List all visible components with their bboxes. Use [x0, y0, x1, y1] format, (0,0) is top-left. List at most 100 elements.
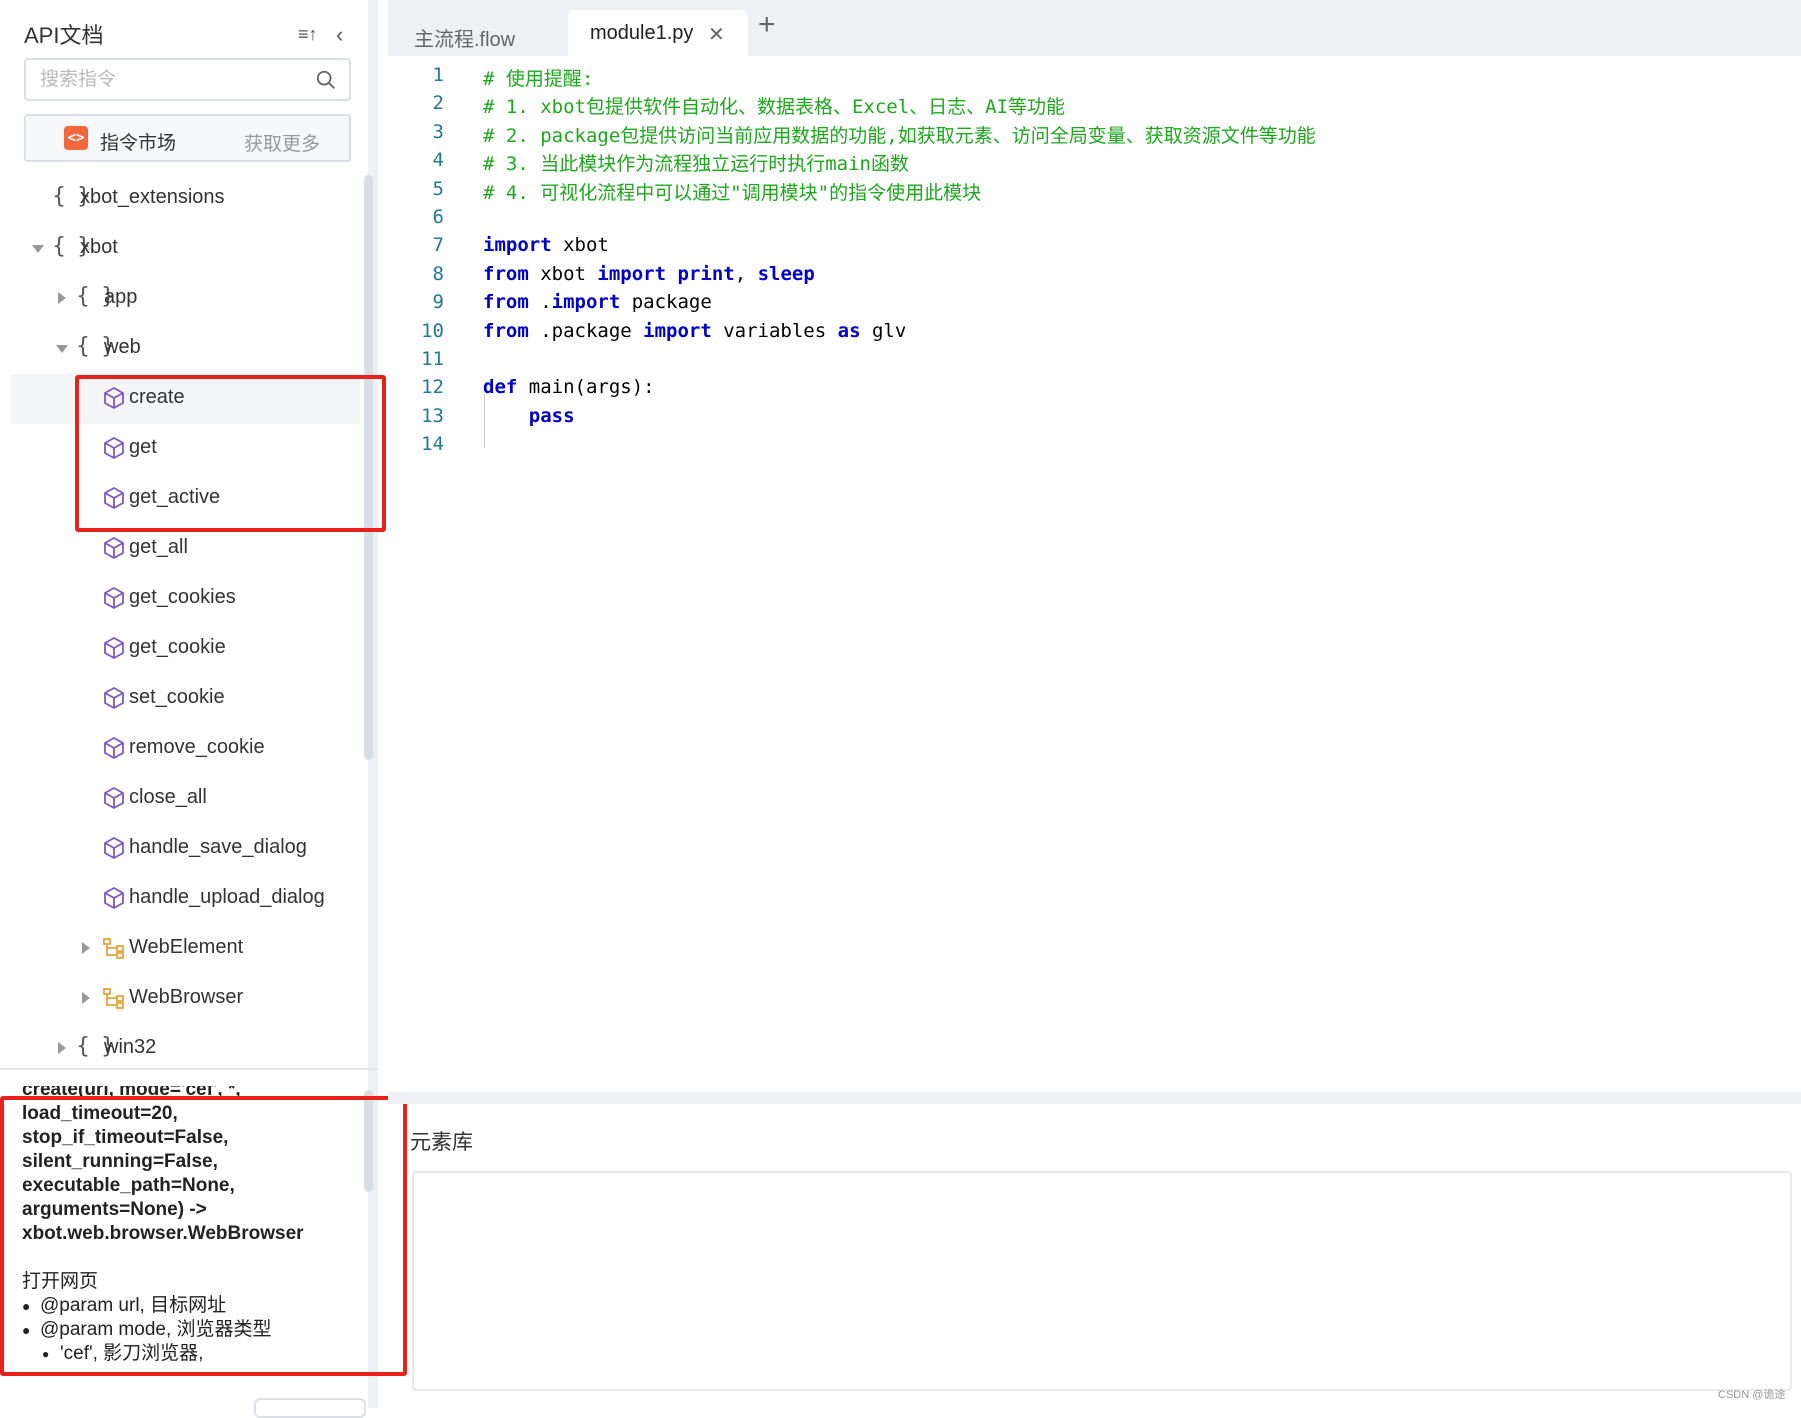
api-doc-panel: create(url, mode='cef', *, load_timeout=…: [22, 1086, 362, 1376]
signature-line: executable_path=None,: [22, 1175, 235, 1196]
line-number: 9: [432, 291, 444, 314]
market-icon: <>: [64, 126, 88, 150]
code-text[interactable]: # 使用提醒:: [483, 64, 593, 91]
class-icon: [103, 938, 124, 959]
add-tab-icon[interactable]: +: [758, 10, 776, 40]
expand-caret-icon[interactable]: [82, 992, 90, 1004]
line-number: 13: [421, 404, 444, 427]
tab-main-flow[interactable]: 主流程.flow: [414, 10, 515, 56]
tree-item-get[interactable]: get: [10, 424, 360, 474]
tree-item-label: WebBrowser: [129, 986, 244, 1008]
signature-line: silent_running=False,: [22, 1151, 218, 1172]
code-line[interactable]: 9 from .import package: [388, 291, 1801, 319]
tree-item-get-all[interactable]: get_all: [10, 524, 360, 574]
code-line[interactable]: 2 # 1. xbot包提供软件自动化、数据表格、Excel、日志、AI等功能: [388, 92, 1801, 120]
tree-item-get-cookies[interactable]: get_cookies: [10, 574, 360, 624]
tree-item-handle-upload-dialog[interactable]: handle_upload_dialog: [10, 874, 360, 924]
tree-item-get-cookie[interactable]: get_cookie: [10, 624, 360, 674]
class-icon: [103, 988, 124, 1009]
line-number: 3: [432, 120, 444, 143]
code-line[interactable]: 11: [388, 348, 1801, 376]
code-line[interactable]: 14: [388, 433, 1801, 461]
tree-item-handle-save-dialog[interactable]: handle_save_dialog: [10, 824, 360, 874]
code-line[interactable]: 6: [388, 206, 1801, 234]
tree-item-xbot-extensions[interactable]: { } xbot_extensions: [10, 174, 360, 224]
market-label: 指令市场: [100, 133, 177, 154]
cube-icon: [104, 737, 124, 759]
sidebar-divider[interactable]: [0, 1068, 378, 1070]
tree-item-label: web: [104, 336, 141, 358]
tree-item-label: app: [104, 286, 138, 308]
panel-splitter[interactable]: [388, 1092, 1801, 1104]
tree-item-webelement[interactable]: WebElement: [10, 924, 360, 974]
code-text[interactable]: # 4. 可视化流程中可以通过"调用模块"的指令使用此模块: [483, 178, 981, 205]
doc-scrollbar[interactable]: [364, 1090, 373, 1192]
code-text[interactable]: import xbot: [483, 234, 609, 256]
code-text[interactable]: def main(args):: [483, 376, 655, 398]
tree-item-webbrowser[interactable]: WebBrowser: [10, 974, 360, 1024]
line-number: 14: [421, 433, 444, 456]
tree-item-win32[interactable]: { } win32: [10, 1024, 360, 1068]
collapse-sidebar-icon[interactable]: ‹: [336, 22, 343, 48]
cube-icon: [104, 637, 124, 659]
watermark: CSDN @诡途: [1718, 1389, 1786, 1401]
cube-icon: [104, 437, 124, 459]
code-text[interactable]: # 2. package包提供访问当前应用数据的功能,如获取元素、访问全局变量、…: [483, 121, 1316, 148]
tree-scrollbar[interactable]: [364, 175, 373, 760]
code-line[interactable]: 3 # 2. package包提供访问当前应用数据的功能,如获取元素、访问全局变量…: [388, 121, 1801, 149]
tree-item-remove-cookie[interactable]: remove_cookie: [10, 724, 360, 774]
search-input[interactable]: [40, 68, 300, 92]
close-icon[interactable]: ✕: [708, 22, 725, 47]
tab-module1[interactable]: module1.py ✕: [568, 10, 748, 56]
tree-item-label: WebElement: [129, 936, 244, 958]
code-line[interactable]: 12 def main(args):: [388, 376, 1801, 404]
tree-item-label: get_active: [129, 486, 221, 508]
element-library-title: 元素库: [410, 1131, 473, 1154]
code-line[interactable]: 4 # 3. 当此模块作为流程独立运行时执行main函数: [388, 149, 1801, 177]
line-number: 12: [421, 376, 444, 399]
tree-item-label: xbot_extensions: [80, 186, 225, 208]
tree-item-close-all[interactable]: close_all: [10, 774, 360, 824]
code-line[interactable]: 13 pass: [388, 405, 1801, 433]
tree-item-app[interactable]: { } app: [10, 274, 360, 324]
code-line[interactable]: 10 from .package import variables as glv: [388, 320, 1801, 348]
code-text[interactable]: # 3. 当此模块作为流程独立运行时执行main函数: [483, 149, 909, 176]
command-market-button[interactable]: <> 指令市场 获取更多: [24, 114, 351, 162]
expand-caret-icon[interactable]: [58, 1042, 66, 1054]
indent-guide: [484, 394, 485, 448]
get-more-link[interactable]: 获取更多: [244, 129, 320, 156]
expand-caret-icon[interactable]: [82, 942, 90, 954]
expand-caret-icon[interactable]: [56, 345, 68, 353]
search-icon[interactable]: [315, 69, 337, 91]
sort-icon[interactable]: ≡↑: [298, 24, 318, 45]
tree-item-web[interactable]: { } web: [10, 324, 360, 374]
tree-item-create[interactable]: create: [10, 374, 360, 424]
tree-item-set-cookie[interactable]: set_cookie: [10, 674, 360, 724]
code-text[interactable]: pass: [483, 405, 575, 427]
code-line[interactable]: 5 # 4. 可视化流程中可以通过"调用模块"的指令使用此模块: [388, 178, 1801, 206]
expand-caret-icon[interactable]: [32, 245, 44, 253]
signature-line: stop_if_timeout=False,: [22, 1127, 229, 1148]
function-signature: create(url, mode='cef', *, load_timeout=…: [22, 1086, 362, 1246]
tree-item-label: create: [129, 386, 185, 408]
code-line[interactable]: 1 # 使用提醒:: [388, 64, 1801, 92]
tree-item-label: set_cookie: [129, 686, 225, 708]
code-text[interactable]: from .package import variables as glv: [483, 320, 906, 342]
code-text[interactable]: # 1. xbot包提供软件自动化、数据表格、Excel、日志、AI等功能: [483, 92, 1065, 119]
tree-item-label: handle_upload_dialog: [129, 886, 325, 908]
code-text[interactable]: from .import package: [483, 291, 712, 313]
code-editor[interactable]: 1 # 使用提醒: 2 # 1. xbot包提供软件自动化、数据表格、Excel、日志…: [388, 56, 1801, 1092]
tree-item-get-active[interactable]: get_active: [10, 474, 360, 524]
element-library-area[interactable]: [412, 1171, 1792, 1391]
api-doc-sidebar: API文档 ≡↑ ‹ <> 指令市场 获取更多 { } xbot_extensi…: [0, 0, 378, 1418]
tree-item-label: win32: [104, 1036, 157, 1058]
code-line[interactable]: 7 import xbot: [388, 234, 1801, 262]
doc-panel-button[interactable]: [254, 1398, 366, 1418]
code-line[interactable]: 8 from xbot import print, sleep: [388, 263, 1801, 291]
code-text[interactable]: from xbot import print, sleep: [483, 263, 815, 285]
search-box[interactable]: [24, 58, 351, 101]
line-number: 7: [432, 234, 444, 257]
expand-caret-icon[interactable]: [58, 292, 66, 304]
line-number: 2: [432, 92, 444, 115]
tree-item-xbot[interactable]: { } xbot: [10, 224, 360, 274]
